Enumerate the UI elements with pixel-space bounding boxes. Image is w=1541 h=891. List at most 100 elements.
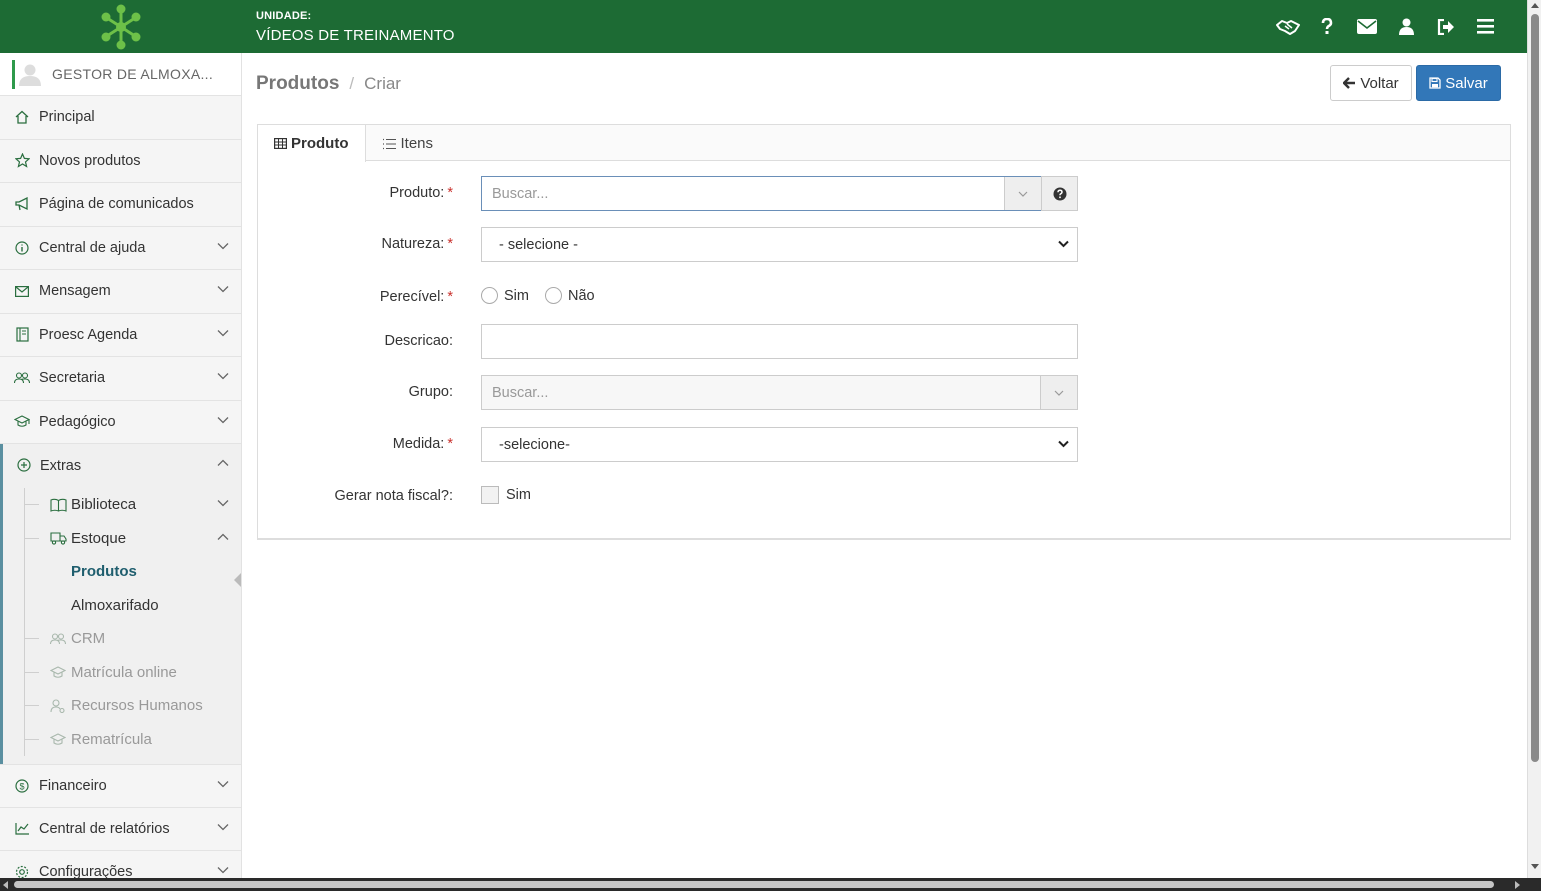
grupo-dropdown-button[interactable]: [1040, 376, 1077, 409]
sidebar-collapse-arrow[interactable]: [234, 573, 241, 587]
chevron-down-icon: [217, 500, 229, 507]
question-icon[interactable]: [1308, 0, 1348, 53]
home-icon: [14, 109, 30, 125]
user-accent-bar: [12, 60, 15, 89]
unit-name[interactable]: VÍDEOS DE TREINAMENTO: [256, 27, 455, 44]
sidebar-item-configuracoes[interactable]: Configurações: [0, 851, 241, 878]
sidebar-item-proesc-agenda[interactable]: Proesc Agenda: [0, 314, 241, 357]
dollar-icon: $: [14, 778, 30, 794]
user-box[interactable]: GESTOR DE ALMOXA...: [0, 53, 241, 96]
breadcrumb-separator: /: [349, 74, 355, 93]
graduation-cap-icon: [14, 414, 30, 430]
sidebar-item-recursos-humanos[interactable]: Recursos Humanos: [3, 689, 241, 723]
sidebar-item-label: Financeiro: [39, 777, 107, 794]
vertical-scrollbar[interactable]: [1527, 0, 1541, 891]
unit-info: UNIDADE: VÍDEOS DE TREINAMENTO: [256, 10, 455, 44]
horizontal-scrollbar[interactable]: [0, 878, 1527, 891]
produto-label-text: Produto:: [389, 185, 445, 201]
sidebar-item-rematricula[interactable]: Rematrícula: [3, 723, 241, 757]
sidebar-item-label: Central de ajuda: [39, 239, 146, 256]
users-icon: [14, 370, 30, 386]
graduation-cap-icon: [50, 666, 68, 679]
list-icon: [382, 138, 397, 150]
produto-placeholder: Buscar...: [492, 185, 549, 202]
produto-help-button[interactable]: [1041, 176, 1078, 211]
scroll-left-icon[interactable]: [3, 881, 8, 889]
users-icon: [50, 633, 68, 645]
handshake-icon[interactable]: [1268, 0, 1308, 53]
sidebar-item-label: Pedagógico: [39, 413, 116, 430]
form-row-natureza: Natureza: * - selecione -: [258, 227, 1510, 262]
medida-value: -selecione-: [499, 436, 570, 453]
graduation-cap-icon: [50, 733, 68, 746]
tree-branch: [25, 671, 39, 673]
breadcrumb-section[interactable]: Produtos: [256, 73, 339, 94]
app-logo[interactable]: [0, 0, 242, 53]
back-button-label: Voltar: [1360, 74, 1399, 92]
sidebar-group-extras: Extras Biblioteca Estoque Produtos Almox…: [0, 444, 241, 764]
sidebar-item-crm[interactable]: CRM: [3, 622, 241, 656]
sidebar-item-financeiro[interactable]: $ Financeiro: [0, 764, 241, 808]
form-row-grupo: Grupo: Buscar...: [258, 375, 1510, 410]
sidebar-item-pedagogico[interactable]: Pedagógico: [0, 401, 241, 444]
back-button[interactable]: Voltar: [1330, 65, 1412, 101]
chart-icon: [14, 821, 30, 837]
star-icon: [14, 153, 30, 169]
grupo-search-select[interactable]: Buscar...: [481, 375, 1078, 410]
agenda-icon: [14, 327, 30, 343]
sidebar-item-central-ajuda[interactable]: Central de ajuda: [0, 227, 241, 270]
form-row-nota-fiscal: Gerar nota fiscal?: Sim: [258, 479, 1510, 514]
sidebar-item-secretaria[interactable]: Secretaria: [0, 357, 241, 401]
sidebar-item-label: CRM: [71, 630, 106, 648]
form-row-produto: Produto: * Buscar...: [258, 176, 1510, 211]
sidebar-item-produtos[interactable]: Produtos: [3, 555, 241, 589]
svg-text:$: $: [19, 781, 24, 791]
tab-produto[interactable]: Produto: [258, 125, 366, 162]
medida-select[interactable]: -selecione-: [481, 427, 1078, 462]
sidebar-item-comunicados[interactable]: Página de comunicados: [0, 183, 241, 227]
tree-branch: [25, 638, 39, 639]
sidebar-item-mensagem[interactable]: Mensagem: [0, 270, 241, 314]
scroll-up-icon[interactable]: [1531, 3, 1539, 8]
logo-icon: [101, 4, 141, 49]
descricao-input[interactable]: [481, 324, 1078, 359]
horizontal-scroll-thumb[interactable]: [14, 881, 1494, 888]
sidebar-item-principal[interactable]: Principal: [0, 96, 241, 140]
sidebar-item-matricula-online[interactable]: Matrícula online: [3, 656, 241, 690]
produto-search-select[interactable]: Buscar...: [481, 176, 1042, 211]
required-marker: *: [447, 436, 453, 452]
user-name: GESTOR DE ALMOXA...: [52, 66, 214, 82]
sidebar-item-label: Página de comunicados: [39, 196, 194, 213]
descricao-label: Descricao:: [384, 333, 454, 349]
table-icon: [274, 138, 287, 149]
sidebar-item-label: Rematrícula: [71, 730, 152, 748]
sidebar-item-biblioteca[interactable]: Biblioteca: [3, 488, 241, 522]
perecivel-radio-nao[interactable]: [544, 287, 562, 304]
chevron-down-icon: [1058, 240, 1069, 248]
required-marker: *: [447, 289, 453, 305]
user-icon[interactable]: [1387, 0, 1427, 53]
natureza-label-text: Natureza:: [381, 236, 445, 252]
sidebar-item-label: Mensagem: [39, 283, 111, 300]
tab-itens[interactable]: Itens: [366, 125, 450, 162]
save-button[interactable]: Salvar: [1416, 65, 1501, 101]
scroll-right-icon[interactable]: [1515, 881, 1520, 889]
sign-out-icon[interactable]: [1426, 0, 1466, 53]
hamburger-menu-icon[interactable]: [1466, 0, 1506, 53]
sidebar-item-central-relatorios[interactable]: Central de relatórios: [0, 808, 241, 851]
natureza-select[interactable]: - selecione -: [481, 227, 1078, 262]
perecivel-radio-sim[interactable]: [481, 287, 498, 304]
vertical-scroll-thumb[interactable]: [1531, 14, 1539, 762]
sidebar-item-almoxarifado[interactable]: Almoxarifado: [3, 589, 241, 623]
tree-branch: [25, 504, 39, 505]
sidebar-item-extras[interactable]: Extras: [3, 444, 241, 488]
tree-branch: [25, 705, 39, 706]
produto-dropdown-button[interactable]: [1004, 177, 1041, 210]
scroll-down-icon[interactable]: [1531, 864, 1539, 869]
sidebar-item-estoque[interactable]: Estoque: [3, 522, 241, 556]
envelope-icon[interactable]: [1347, 0, 1387, 53]
perecivel-option-sim: Sim: [504, 287, 529, 304]
sidebar-item-novos-produtos[interactable]: Novos produtos: [0, 140, 241, 183]
nota-fiscal-checkbox[interactable]: [481, 486, 499, 504]
perecivel-label-text: Perecível:: [379, 289, 445, 305]
